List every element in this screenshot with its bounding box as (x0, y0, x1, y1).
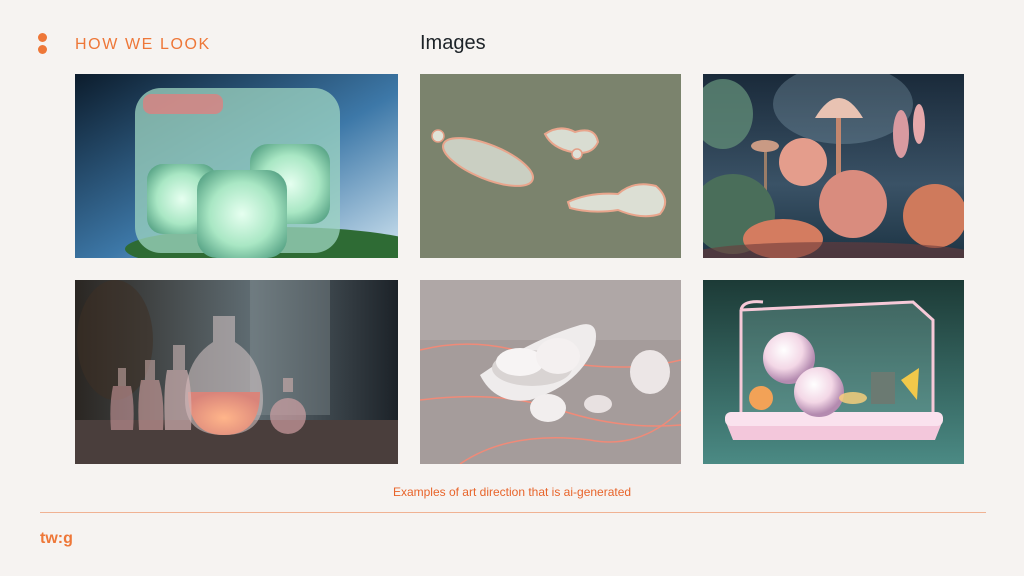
gallery-image-gel-cubes (75, 74, 398, 258)
bullet-dots-icon (38, 33, 47, 55)
brand-logo: tw:g (40, 530, 73, 547)
gallery-image-white-pebbles (420, 280, 681, 464)
dot-top (38, 33, 47, 42)
dot-bottom (38, 45, 47, 54)
gallery-image-fantasy-garden (703, 74, 964, 258)
gallery-image-glass-bottles (75, 280, 398, 464)
footer-divider (40, 512, 986, 513)
section-label: HOW WE LOOK (75, 36, 211, 53)
page-title: Images (420, 32, 486, 54)
gallery-image-glass-droplets (420, 74, 681, 258)
gallery-caption: Examples of art direction that is ai-gen… (392, 485, 632, 499)
gallery-image-terrarium-box (703, 280, 964, 464)
